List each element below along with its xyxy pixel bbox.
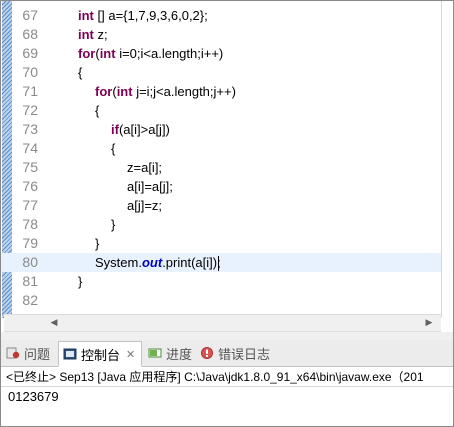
code-line[interactable]: 77 a[j]=z; — [0, 196, 441, 215]
line-number: 76 — [22, 178, 38, 194]
code-editor[interactable]: 67 int [] a={1,7,9,3,6,0,2}; 68 int z; 69 for… — [0, 0, 454, 332]
tab-error-log-label: 错误日志 — [218, 346, 271, 362]
error-log-icon — [200, 346, 214, 360]
code-line[interactable]: 80 System.out.print(a[i]); — [0, 253, 441, 272]
line-number: 72 — [22, 102, 38, 118]
code-line[interactable]: 79} — [0, 234, 441, 253]
keyword-token: for — [78, 46, 96, 61]
code-text: if(a[i]>a[j]) — [111, 120, 170, 139]
keyword-token: if — [111, 122, 119, 137]
code-token: System. — [95, 255, 142, 270]
code-line[interactable]: 82 — [0, 291, 441, 310]
code-line[interactable]: 74 { — [0, 139, 441, 158]
code-text: { — [78, 63, 82, 82]
code-line[interactable]: 68 int z; — [0, 25, 441, 44]
scroll-right-arrow-icon[interactable]: ▶ — [423, 317, 435, 329]
keyword-token: int — [99, 46, 116, 61]
console-output[interactable]: 0123679 — [0, 388, 454, 427]
line-number: 67 — [22, 7, 38, 23]
code-line[interactable]: 76 a[i]=a[j]; — [0, 177, 441, 196]
code-line[interactable]: 78} — [0, 215, 441, 234]
tab-error-log[interactable]: 错误日志 — [200, 340, 270, 366]
overview-ruler-divider — [441, 0, 442, 318]
keyword-token: int — [78, 8, 94, 23]
text-caret — [218, 256, 219, 271]
tab-console-label: 控制台 — [81, 347, 121, 363]
code-token: } — [111, 217, 116, 232]
line-number: 71 — [22, 83, 38, 99]
code-token: [] a={1,7,9,3,6,0,2}; — [93, 8, 208, 23]
code-line[interactable]: 81} — [0, 272, 441, 291]
close-icon[interactable]: ✕ — [126, 348, 135, 361]
code-token: z=a[i]; — [127, 160, 163, 175]
code-text: z=a[i]; — [127, 158, 162, 177]
tab-console[interactable]: 控制台 ✕ — [58, 341, 142, 367]
code-token: .print(a[i]); — [162, 255, 221, 270]
tab-progress[interactable]: 进度 — [148, 340, 192, 366]
line-number: 70 — [22, 64, 38, 80]
code-text: int z; — [78, 25, 108, 44]
code-token: j=i;j<a.length;j++) — [132, 84, 236, 99]
line-number: 77 — [22, 197, 38, 213]
horizontal-scrollbar[interactable]: ◀ ▶ — [4, 314, 441, 332]
console-process-header: <已终止> Sep13 [Java 应用程序] C:\Java\jdk1.8.0… — [0, 367, 454, 387]
code-token: a[j]=z; — [127, 198, 163, 213]
line-number: 80 — [22, 254, 38, 270]
problems-icon — [6, 346, 20, 360]
code-text: } — [111, 215, 115, 234]
code-text: } — [78, 272, 82, 291]
line-number: 81 — [22, 273, 38, 289]
code-token: } — [95, 236, 100, 251]
line-number: 79 — [22, 235, 38, 251]
code-line[interactable]: 67 int [] a={1,7,9,3,6,0,2}; — [0, 6, 441, 25]
code-token: (a[i]>a[j]) — [118, 122, 170, 137]
code-line[interactable]: 69 for(int i=0;i<a.length;i++) — [0, 44, 441, 63]
line-number: 69 — [22, 45, 38, 61]
code-line[interactable]: 75 z=a[i]; — [0, 158, 441, 177]
code-text: { — [111, 139, 115, 158]
code-token: a[i]=a[j]; — [127, 179, 173, 194]
keyword-token: int — [116, 84, 133, 99]
code-text: } — [95, 234, 99, 253]
code-token: z; — [93, 27, 108, 42]
tab-problems[interactable]: 问题 — [6, 340, 50, 366]
keyword-token: for — [95, 84, 113, 99]
keyword-token: int — [78, 27, 94, 42]
line-number: 75 — [22, 159, 38, 175]
code-text: { — [95, 101, 99, 120]
code-line[interactable]: 71 for(int j=i;j<a.length;j++) — [0, 82, 441, 101]
scroll-left-arrow-icon[interactable]: ◀ — [48, 317, 60, 329]
line-number: 74 — [22, 140, 38, 156]
bottom-panel-tabs: 问题 控制台 ✕ 进度 错误日志 — [0, 340, 454, 367]
field-token: out — [141, 255, 163, 270]
code-text: for(int j=i;j<a.length;j++) — [95, 82, 236, 101]
code-text: System.out.print(a[i]); — [95, 253, 221, 272]
code-line[interactable]: 72 { — [0, 101, 441, 120]
code-token: { — [78, 65, 83, 80]
code-text: a[i]=a[j]; — [127, 177, 173, 196]
code-line[interactable]: 73 if(a[i]>a[j]) — [0, 120, 441, 139]
tab-progress-label: 进度 — [166, 346, 193, 362]
line-number: 78 — [22, 216, 38, 232]
code-text: for(int i=0;i<a.length;i++) — [78, 44, 223, 63]
code-token: { — [111, 141, 116, 156]
line-number: 82 — [22, 292, 38, 308]
code-text: a[j]=z; — [127, 196, 162, 215]
code-text: int [] a={1,7,9,3,6,0,2}; — [78, 6, 208, 25]
code-lines: 67 int [] a={1,7,9,3,6,0,2}; 68 int z; 69 for… — [0, 6, 441, 310]
tab-problems-label: 问题 — [24, 346, 51, 362]
code-line[interactable]: 70 { — [0, 63, 441, 82]
code-token: i=0;i<a.length;i++) — [115, 46, 224, 61]
progress-icon — [148, 346, 162, 360]
code-token: { — [95, 103, 100, 118]
panel-separator[interactable] — [0, 332, 454, 340]
line-number: 68 — [22, 26, 38, 42]
line-number: 73 — [22, 121, 38, 137]
code-token: } — [78, 274, 83, 289]
console-icon — [63, 347, 77, 361]
